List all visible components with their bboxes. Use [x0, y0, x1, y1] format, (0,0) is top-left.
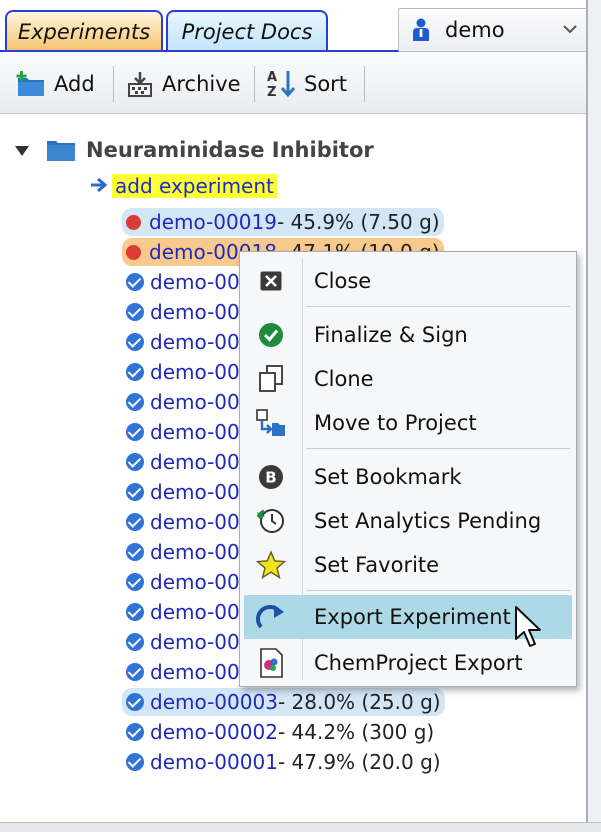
sort-az-icon: A Z: [266, 68, 298, 100]
toolbar-divider: [113, 66, 114, 102]
experiment-row[interactable]: demo-00002 - 44.2% (300 g): [122, 718, 438, 746]
menu-item-finalize-sign[interactable]: Finalize & Sign: [244, 315, 572, 355]
status-complete-check-icon: [126, 483, 144, 501]
menu-item-label: Move to Project: [314, 411, 477, 435]
status-complete-check-icon: [126, 303, 144, 321]
status-complete-check-icon: [126, 693, 144, 711]
menu-item-set-analytics-pending[interactable]: Set Analytics Pending: [244, 501, 572, 541]
experiment-yield: - 44.2% (300 g): [277, 720, 435, 744]
toolbar-divider: [364, 66, 365, 102]
status-complete-check-icon: [126, 393, 144, 411]
status-complete-check-icon: [126, 333, 144, 351]
status-complete-check-icon: [126, 573, 144, 591]
menu-item-clone[interactable]: Clone: [244, 359, 572, 399]
status-complete-check-icon: [126, 423, 144, 441]
add-experiment-label: add experiment: [112, 174, 277, 198]
add-experiment-link[interactable]: add experiment: [90, 171, 277, 201]
menu-item-label: Export Experiment: [314, 605, 511, 629]
status-complete-check-icon: [126, 633, 144, 651]
menu-item-set-favorite[interactable]: Set Favorite: [244, 545, 572, 585]
chevron-down-icon: [563, 19, 577, 38]
clone-icon: [244, 359, 298, 399]
experiment-id: demo-00002: [150, 720, 278, 744]
menu-item-label: Finalize & Sign: [314, 323, 468, 347]
experiment-id: demo-00019: [149, 210, 277, 234]
status-complete-check-icon: [126, 753, 144, 771]
experiment-row[interactable]: demo-00001 - 47.9% (20.0 g): [122, 748, 445, 776]
archive-icon: [126, 70, 154, 98]
tab-project-docs-label: Project Docs: [181, 20, 313, 44]
user-select[interactable]: demo: [398, 8, 588, 52]
menu-item-set-bookmark[interactable]: B Set Bookmark: [244, 457, 572, 497]
tab-experiments[interactable]: Experiments: [5, 10, 163, 52]
sort-button-label: Sort: [304, 72, 348, 96]
export-arrow-icon: [244, 597, 298, 637]
tab-project-docs[interactable]: Project Docs: [166, 10, 328, 52]
menu-item-label: Set Analytics Pending: [314, 509, 542, 533]
bookmark-icon: B: [244, 457, 298, 497]
menu-separator: [306, 590, 570, 591]
mouse-pointer-icon: [514, 605, 544, 651]
finalize-check-icon: [244, 315, 298, 355]
experiment-yield: - 28.0% (25.0 g): [277, 690, 441, 714]
chemproject-document-icon: [244, 643, 298, 683]
status-in-progress-icon: [126, 214, 141, 230]
status-complete-check-icon: [126, 513, 144, 531]
menu-item-move-to-project[interactable]: Move to Project: [244, 403, 572, 443]
menu-separator: [306, 448, 570, 449]
move-to-project-icon: [244, 403, 298, 443]
svg-text:B: B: [265, 469, 276, 487]
user-select-value: demo: [445, 18, 505, 42]
add-button-label: Add: [54, 72, 95, 96]
project-node[interactable]: Neuraminidase Inhibitor: [14, 135, 374, 165]
experiment-yield: - 47.9% (20.0 g): [277, 750, 441, 774]
scrollbar-track[interactable]: [586, 0, 601, 832]
archive-button[interactable]: Archive: [126, 64, 241, 104]
experiment-id: demo-00003: [150, 690, 278, 714]
experiment-browser-panel: Experiments Project Docs demo Add Archiv…: [0, 0, 601, 832]
arrow-right-icon: [90, 174, 112, 198]
menu-separator: [306, 306, 570, 307]
sort-button[interactable]: A Z Sort: [266, 64, 347, 104]
project-folder-icon: [46, 138, 76, 162]
status-complete-check-icon: [126, 363, 144, 381]
status-complete-check-icon: [126, 453, 144, 471]
status-strip: [0, 822, 601, 832]
add-button[interactable]: Add: [16, 64, 95, 104]
toolbar: Add Archive A Z Sort: [0, 52, 586, 114]
experiment-row[interactable]: demo-00019 - 45.9% (7.50 g): [122, 208, 444, 236]
add-folder-icon: [16, 70, 48, 98]
toolbar-divider: [254, 66, 255, 102]
expand-triangle-icon[interactable]: [14, 138, 34, 162]
menu-item-label: Set Bookmark: [314, 465, 462, 489]
project-name: Neuraminidase Inhibitor: [86, 138, 374, 162]
menu-item-label: Clone: [314, 367, 374, 391]
experiment-row[interactable]: demo-00003 - 28.0% (25.0 g): [122, 688, 445, 716]
tab-experiments-label: Experiments: [17, 20, 151, 44]
svg-text:Z: Z: [267, 85, 276, 100]
status-in-progress-icon: [126, 244, 141, 260]
status-complete-check-icon: [126, 543, 144, 561]
menu-item-label: ChemProject Export: [314, 651, 523, 675]
svg-text:A: A: [267, 70, 277, 85]
experiment-yield: - 45.9% (7.50 g): [276, 210, 440, 234]
menu-item-label: Set Favorite: [314, 553, 440, 577]
menu-item-close[interactable]: Close: [244, 261, 572, 301]
experiment-id: demo-00001: [150, 750, 278, 774]
star-icon: [244, 545, 298, 585]
user-icon: [411, 18, 431, 42]
status-complete-check-icon: [126, 603, 144, 621]
clock-history-icon: [244, 501, 298, 541]
menu-item-label: Close: [314, 269, 372, 293]
status-complete-check-icon: [126, 723, 144, 741]
archive-button-label: Archive: [162, 72, 241, 96]
status-complete-check-icon: [126, 273, 144, 291]
close-icon: [244, 261, 298, 301]
status-complete-check-icon: [126, 663, 144, 681]
